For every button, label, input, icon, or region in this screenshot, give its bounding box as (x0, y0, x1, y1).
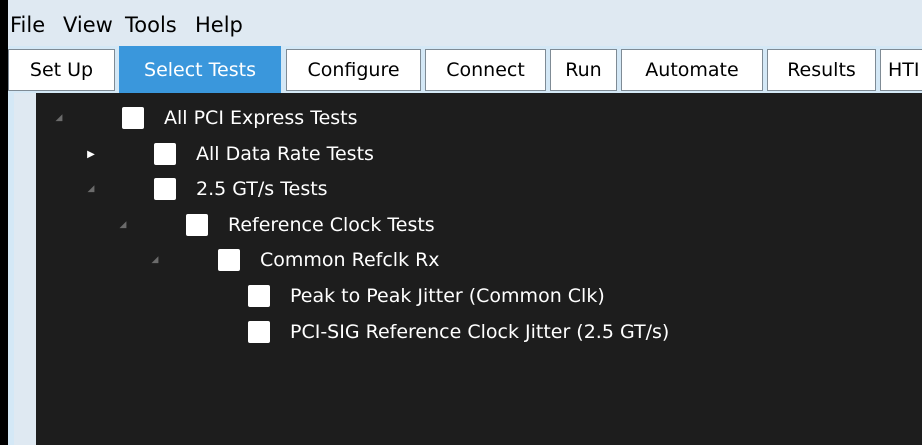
menu-tools[interactable]: Tools (125, 12, 177, 38)
tab-select-tests[interactable]: Select Tests (119, 46, 281, 93)
tree-node-2-5-gts-tests[interactable]: ◢ 2.5 GT/s Tests (84, 174, 328, 204)
tree-node-label: Reference Clock Tests (228, 214, 435, 236)
tree-node-label: All Data Rate Tests (196, 143, 374, 165)
tab-automate[interactable]: Automate (621, 49, 763, 91)
checkbox[interactable] (248, 285, 270, 307)
test-tree: ◢ All PCI Express Tests ▶ All Data Rate … (36, 93, 922, 445)
checkbox[interactable] (218, 249, 240, 271)
menu-bar: File View Tools Help (8, 0, 922, 46)
expanded-arrow-icon[interactable]: ◢ (116, 218, 130, 232)
checkbox[interactable] (248, 321, 270, 343)
tree-node-label: Common Refclk Rx (260, 249, 440, 271)
tab-configure[interactable]: Configure (286, 49, 421, 91)
menu-view[interactable]: View (63, 12, 113, 38)
checkbox[interactable] (186, 214, 208, 236)
tab-run[interactable]: Run (550, 49, 617, 91)
tree-node-common-refclk-rx[interactable]: ◢ Common Refclk Rx (148, 245, 440, 275)
expanded-arrow-icon[interactable]: ◢ (148, 253, 162, 267)
checkbox[interactable] (122, 107, 144, 129)
collapsed-arrow-icon[interactable]: ▶ (84, 147, 98, 161)
tab-html[interactable]: HTI (880, 49, 922, 91)
tree-node-peak-to-peak-jitter[interactable]: Peak to Peak Jitter (Common Clk) (248, 281, 605, 311)
tree-node-all-data-rate-tests[interactable]: ▶ All Data Rate Tests (84, 139, 374, 169)
checkbox[interactable] (154, 178, 176, 200)
checkbox[interactable] (154, 143, 176, 165)
test-tree-panel: ◢ All PCI Express Tests ▶ All Data Rate … (14, 93, 922, 445)
expanded-arrow-icon[interactable]: ◢ (52, 111, 66, 125)
tab-bar: Set Up Select Tests Configure Connect Ru… (8, 46, 922, 93)
tree-node-label: Peak to Peak Jitter (Common Clk) (290, 285, 605, 307)
tab-results[interactable]: Results (767, 49, 876, 91)
tree-node-label: PCI-SIG Reference Clock Jitter (2.5 GT/s… (290, 321, 670, 343)
expanded-arrow-icon[interactable]: ◢ (84, 182, 98, 196)
tree-node-label: 2.5 GT/s Tests (196, 178, 328, 200)
tab-connect[interactable]: Connect (425, 49, 546, 91)
tree-node-label: All PCI Express Tests (164, 107, 358, 129)
tab-set-up[interactable]: Set Up (8, 49, 115, 91)
tree-node-pci-sig-reference-clock-jitter[interactable]: PCI-SIG Reference Clock Jitter (2.5 GT/s… (248, 317, 669, 347)
tree-node-all-pci-express-tests[interactable]: ◢ All PCI Express Tests (52, 103, 358, 133)
tree-node-reference-clock-tests[interactable]: ◢ Reference Clock Tests (116, 210, 435, 240)
menu-file[interactable]: File (10, 12, 45, 38)
menu-help[interactable]: Help (195, 12, 243, 38)
